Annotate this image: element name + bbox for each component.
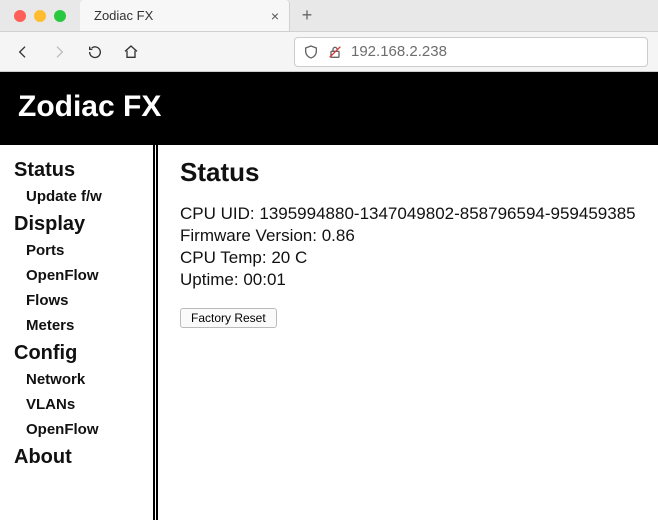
forward-button[interactable] <box>46 39 72 65</box>
status-uptime: Uptime: 00:01 <box>180 270 640 290</box>
factory-reset-button[interactable]: Factory Reset <box>180 308 277 328</box>
home-button[interactable] <box>118 39 144 65</box>
close-window-icon[interactable] <box>14 10 26 22</box>
status-firmware: Firmware Version: 0.86 <box>180 226 640 246</box>
sidebar: Status Update f/w Display Ports OpenFlow… <box>0 145 158 520</box>
maximize-window-icon[interactable] <box>54 10 66 22</box>
tab-title: Zodiac FX <box>94 8 263 23</box>
label-uptime: Uptime: <box>180 270 239 289</box>
app-body: Status Update f/w Display Ports OpenFlow… <box>0 142 658 520</box>
sidebar-item-ports[interactable]: Ports <box>26 242 141 259</box>
sidebar-item-vlans[interactable]: VLANs <box>26 396 141 413</box>
status-cpu-temp: CPU Temp: 20 C <box>180 248 640 268</box>
browser-toolbar: 192.168.2.238 <box>0 32 658 72</box>
lock-insecure-icon[interactable] <box>327 44 343 60</box>
new-tab-button[interactable]: + <box>290 0 324 31</box>
sidebar-item-update-fw[interactable]: Update f/w <box>26 188 141 205</box>
sidebar-item-flows[interactable]: Flows <box>26 292 141 309</box>
page-title: Status <box>180 157 640 188</box>
sidebar-heading-config[interactable]: Config <box>14 342 141 365</box>
sidebar-item-openflow[interactable]: OpenFlow <box>26 267 141 284</box>
sidebar-item-openflow-config[interactable]: OpenFlow <box>26 421 141 438</box>
sidebar-item-network[interactable]: Network <box>26 371 141 388</box>
label-firmware: Firmware Version: <box>180 226 317 245</box>
browser-tab[interactable]: Zodiac FX × <box>80 0 290 31</box>
reload-button[interactable] <box>82 39 108 65</box>
sidebar-heading-status[interactable]: Status <box>14 159 141 182</box>
browser-chrome: Zodiac FX × + 192.168.2.238 <box>0 0 658 72</box>
url-text: 192.168.2.238 <box>351 43 447 60</box>
value-cpu-uid: 1395994880-1347049802-858796594-95945938… <box>259 204 635 223</box>
value-firmware: 0.86 <box>322 226 355 245</box>
sidebar-heading-about[interactable]: About <box>14 446 141 469</box>
main-content: Status CPU UID: 1395994880-1347049802-85… <box>158 145 658 520</box>
window-controls <box>0 0 80 31</box>
minimize-window-icon[interactable] <box>34 10 46 22</box>
back-button[interactable] <box>10 39 36 65</box>
sidebar-item-meters[interactable]: Meters <box>26 317 141 334</box>
app-title: Zodiac FX <box>0 72 658 142</box>
shield-icon[interactable] <box>303 44 319 60</box>
sidebar-heading-display[interactable]: Display <box>14 213 141 236</box>
value-cpu-temp: 20 C <box>271 248 307 267</box>
value-uptime: 00:01 <box>243 270 286 289</box>
label-cpu-temp: CPU Temp: <box>180 248 267 267</box>
status-cpu-uid: CPU UID: 1395994880-1347049802-858796594… <box>180 204 640 224</box>
url-bar[interactable]: 192.168.2.238 <box>294 37 648 67</box>
label-cpu-uid: CPU UID: <box>180 204 255 223</box>
tab-bar: Zodiac FX × + <box>0 0 658 32</box>
close-tab-icon[interactable]: × <box>271 9 279 23</box>
